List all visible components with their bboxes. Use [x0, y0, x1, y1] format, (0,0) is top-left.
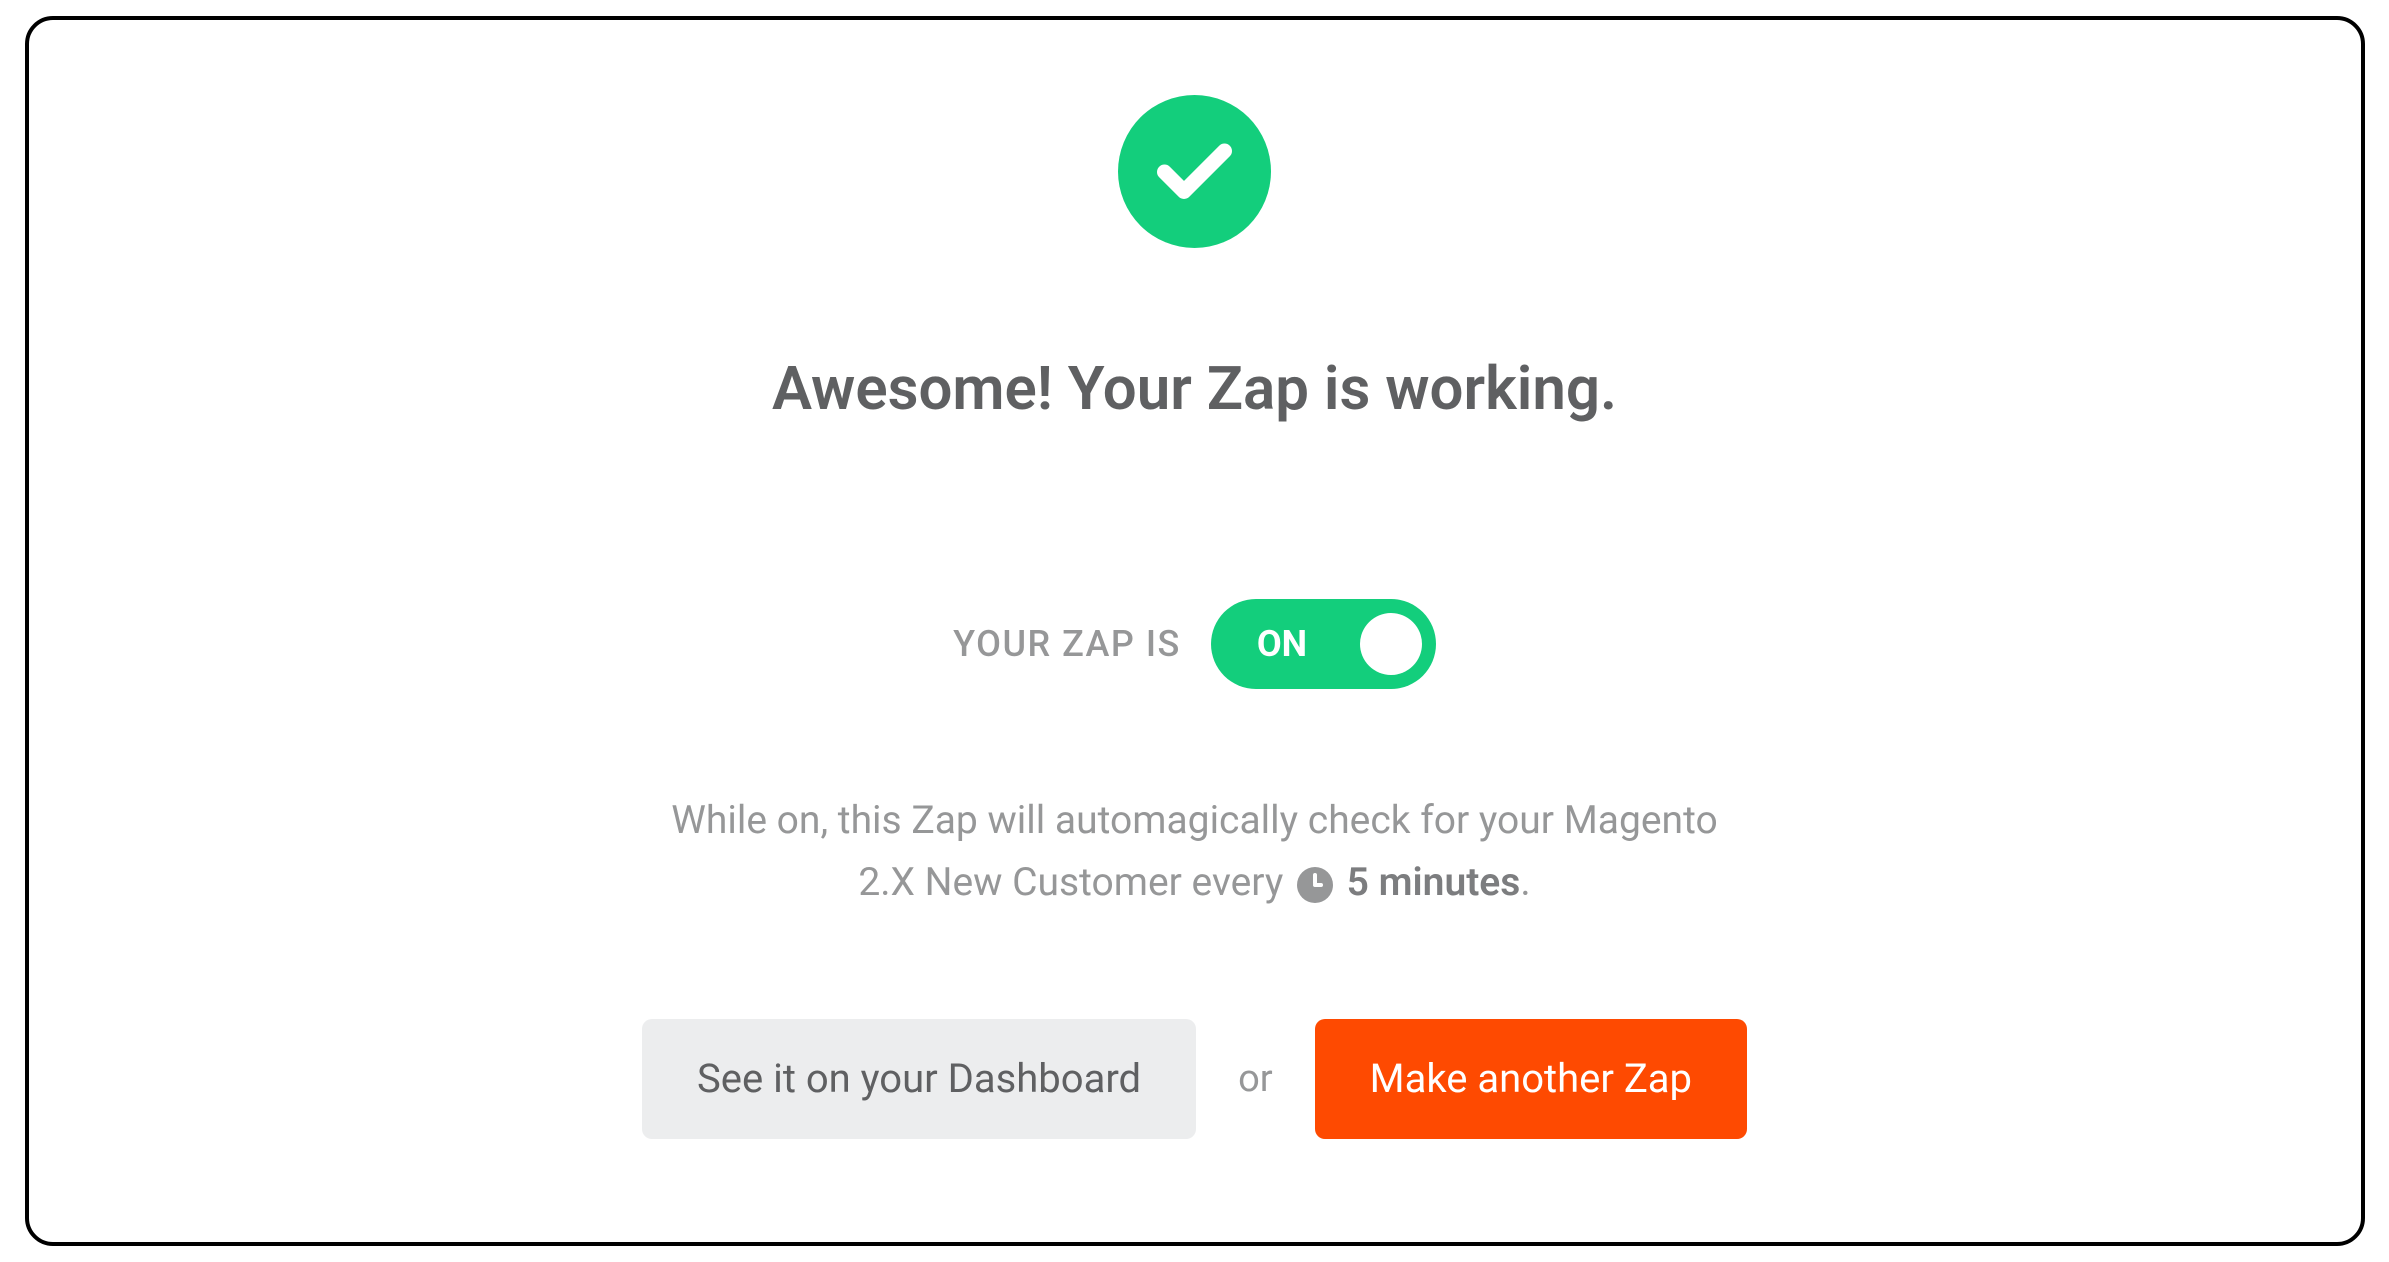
- zap-status-row: YOUR ZAP IS ON: [953, 599, 1436, 689]
- check-interval: 5 minutes: [1347, 859, 1521, 905]
- or-separator: or: [1238, 1057, 1273, 1101]
- dashboard-button[interactable]: See it on your Dashboard: [642, 1019, 1196, 1139]
- zap-success-dialog: Awesome! Your Zap is working. YOUR ZAP I…: [25, 16, 2365, 1246]
- zap-status-label: YOUR ZAP IS: [953, 623, 1181, 665]
- action-buttons: See it on your Dashboard or Make another…: [642, 1019, 1747, 1139]
- description-line1: While on, this Zap will automagically ch…: [671, 797, 1717, 843]
- clock-icon: [1297, 867, 1333, 903]
- description-period: .: [1520, 859, 1530, 905]
- zap-description: While on, this Zap will automagically ch…: [671, 789, 1717, 914]
- zap-on-toggle[interactable]: ON: [1211, 599, 1436, 689]
- make-another-zap-button[interactable]: Make another Zap: [1315, 1019, 1747, 1139]
- description-line2-prefix: 2.X New Customer every: [858, 859, 1293, 905]
- toggle-state-text: ON: [1257, 623, 1307, 665]
- success-check-icon: [1118, 95, 1271, 248]
- toggle-knob: [1360, 613, 1422, 675]
- success-heading: Awesome! Your Zap is working.: [772, 353, 1617, 424]
